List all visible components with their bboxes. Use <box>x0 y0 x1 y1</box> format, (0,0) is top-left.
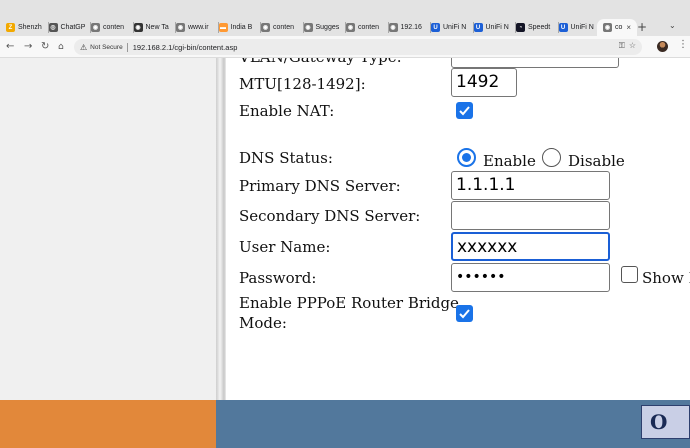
browser-toolbar: ← → ↻ ⌂ ⚠ Not Secure 192.168.2.1/cgi-bin… <box>0 36 690 58</box>
close-icon[interactable]: × <box>626 23 631 32</box>
tab-title: 192.16 <box>400 24 422 31</box>
mtu-label: MTU[128-1492]: <box>239 75 366 93</box>
tab-strip: Z Shenzh ◎ ChatGP ◉ conten ◉ New Ta ◉ www.ir ▬ Indi… <box>0 0 690 36</box>
key-icon[interactable]: ⚿ <box>619 41 625 51</box>
tab-15[interactable]: ◉ co × <box>597 19 637 36</box>
unifi-icon: U <box>473 23 483 32</box>
show-password-checkbox[interactable] <box>621 266 638 283</box>
checkmark-icon <box>459 309 470 319</box>
profile-avatar[interactable] <box>657 41 668 52</box>
tab-title: India B <box>230 24 253 31</box>
tab-11[interactable]: U UniFi N <box>431 19 474 36</box>
globe-icon: ◉ <box>346 23 355 32</box>
frame-divider[interactable] <box>216 58 226 400</box>
forward-icon[interactable]: → <box>24 40 32 54</box>
dns-status-label: DNS Status: <box>239 149 333 167</box>
password-label: Password: <box>239 269 317 287</box>
tab-title: www.ir <box>188 24 209 31</box>
globe-icon: ◉ <box>388 23 398 32</box>
chevron-down-icon[interactable]: ⌄ <box>669 21 676 30</box>
primary-dns-input[interactable]: 1.1.1.1 <box>451 171 610 200</box>
bridge-mode-checkbox[interactable] <box>456 305 473 322</box>
mtu-input[interactable]: 1492 <box>451 68 517 97</box>
tab-12[interactable]: U UniFi N <box>473 19 516 36</box>
vlan-gateway-select[interactable]: UNTAG <box>451 58 619 68</box>
tab-13[interactable]: ◔ Speedt <box>516 19 559 36</box>
tab-title: co <box>615 24 623 31</box>
back-icon[interactable]: ← <box>6 40 14 54</box>
tab-5[interactable]: ◉ www.ir <box>176 19 219 36</box>
bridge-mode-label-line2: Mode: <box>239 314 287 332</box>
dns-enable-label[interactable]: Enable <box>483 152 536 170</box>
omnibox-divider <box>126 42 128 52</box>
home-icon[interactable]: ⌂ <box>58 40 64 54</box>
unifi-icon: U <box>431 23 440 32</box>
enable-nat-label: Enable NAT: <box>239 102 335 120</box>
primary-dns-label: Primary DNS Server: <box>239 177 401 195</box>
mtn-logo-icon: Z <box>6 23 15 32</box>
url-text[interactable]: 192.168.2.1/cgi-bin/content.asp <box>133 43 238 52</box>
tab-3[interactable]: ◉ conten <box>91 19 134 36</box>
tab-9[interactable]: ◉ conten <box>346 19 389 36</box>
secondary-dns-label: Secondary DNS Server: <box>239 207 421 225</box>
show-password-label[interactable]: Show P <box>642 269 690 287</box>
reload-icon[interactable]: ↻ <box>41 40 49 54</box>
tab-title: ChatGP <box>60 24 86 31</box>
tab-4[interactable]: ◉ New Ta <box>133 19 176 36</box>
footer-right-panel <box>216 400 690 448</box>
tab-title: conten <box>103 24 125 31</box>
dns-disable-label[interactable]: Disable <box>568 152 625 170</box>
vlan-gateway-label: VLAN/Gateway Type: <box>239 58 402 66</box>
globe-icon: ◉ <box>91 23 100 32</box>
speedtest-icon: ◔ <box>516 23 525 32</box>
globe-icon: ◉ <box>176 23 185 32</box>
enable-nat-checkbox[interactable] <box>456 102 473 119</box>
new-tab-button[interactable]: + <box>637 19 647 36</box>
footer-left-panel <box>0 400 216 448</box>
warning-icon[interactable]: ⚠ <box>80 43 87 52</box>
tab-1[interactable]: Z Shenzh <box>6 19 49 36</box>
tab-title: conten <box>358 24 380 31</box>
globe-icon: ◉ <box>603 23 612 32</box>
india-flag-icon: ▬ <box>218 23 228 32</box>
address-bar[interactable]: ⚠ Not Secure 192.168.2.1/cgi-bin/content… <box>74 39 642 55</box>
tab-title: conten <box>273 24 295 31</box>
tab-8[interactable]: ◉ Sugges <box>303 19 346 36</box>
checkmark-icon <box>459 106 470 116</box>
tab-title: New Ta <box>145 24 169 31</box>
dns-enable-radio[interactable] <box>457 148 476 167</box>
dns-disable-radio[interactable] <box>542 148 561 167</box>
chrome-icon: ◉ <box>133 23 143 32</box>
not-secure-label[interactable]: Not Secure <box>90 44 123 51</box>
globe-icon: ◉ <box>303 23 313 32</box>
tab-title: Shenzh <box>18 24 42 31</box>
bookmark-star-icon[interactable]: ☆ <box>629 41 636 51</box>
tab-title: Sugges <box>315 24 340 31</box>
tab-7[interactable]: ◉ conten <box>261 19 304 36</box>
menu-kebab-icon[interactable]: ⋮ <box>678 39 688 50</box>
tab-title: UniFi N <box>443 24 467 31</box>
tab-title: UniFi N <box>570 24 594 31</box>
password-input[interactable]: •••••• <box>451 263 610 292</box>
unifi-icon: U <box>558 23 568 32</box>
globe-icon: ◉ <box>261 23 270 32</box>
secondary-dns-input[interactable] <box>451 201 610 230</box>
content-frame: VLAN/Gateway Type: UNTAG MTU[128-1492]: … <box>226 58 690 400</box>
bridge-mode-label-line1: Enable PPPoE Router Bridge <box>239 294 459 312</box>
tab-2[interactable]: ◎ ChatGP <box>48 19 91 36</box>
tab-6[interactable]: ▬ India B <box>218 19 261 36</box>
username-label: User Name: <box>239 238 331 256</box>
username-input[interactable]: xxxxxx <box>451 232 610 261</box>
chatgpt-icon: ◎ <box>48 23 58 32</box>
tab-14[interactable]: U UniFi N <box>558 19 601 36</box>
tab-title: UniFi N <box>485 24 509 31</box>
footer-ok-button[interactable]: O <box>641 405 690 439</box>
left-frame <box>0 58 216 400</box>
tab-title: Speedt <box>528 24 551 31</box>
tab-10[interactable]: ◉ 192.16 <box>388 19 431 36</box>
